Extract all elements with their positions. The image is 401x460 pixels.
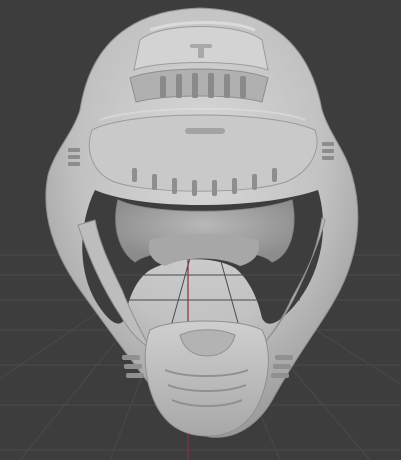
viewport-canvas[interactable] bbox=[0, 0, 401, 460]
helmet-model[interactable] bbox=[45, 7, 359, 438]
3d-viewport[interactable] bbox=[0, 0, 401, 460]
